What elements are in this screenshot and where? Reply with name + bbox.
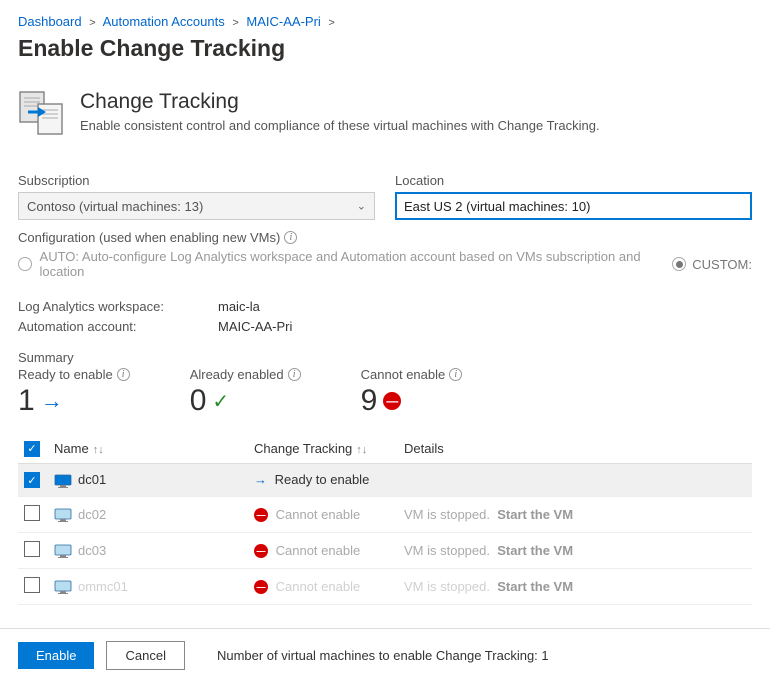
- vm-status: → Ready to enable: [248, 463, 398, 497]
- hero-description: Enable consistent control and compliance…: [80, 118, 600, 133]
- row-checkbox[interactable]: [24, 541, 40, 557]
- auto-radio-label: AUTO: Auto-configure Log Analytics works…: [40, 249, 665, 279]
- automation-account-value: MAIC-AA-Pri: [218, 317, 292, 337]
- vm-status: — Cannot enable: [248, 497, 398, 533]
- vm-details: [398, 463, 752, 497]
- summary-already[interactable]: Already enabled i 0✓: [190, 367, 301, 418]
- table-row[interactable]: dc03 — Cannot enableVM is stopped. Start …: [18, 533, 752, 569]
- forbid-icon: —: [383, 392, 401, 410]
- info-icon[interactable]: i: [288, 368, 301, 381]
- hero-title: Change Tracking: [80, 90, 600, 114]
- sort-icon[interactable]: ↑↓: [356, 444, 367, 456]
- row-checkbox[interactable]: ✓: [24, 472, 40, 488]
- summary-already-value: 0: [190, 384, 207, 418]
- breadcrumb-dashboard[interactable]: Dashboard: [18, 14, 82, 29]
- custom-radio-label: CUSTOM:: [692, 257, 752, 272]
- start-vm-link[interactable]: Start the VM: [497, 507, 573, 522]
- check-icon: ✓: [212, 389, 229, 414]
- forbid-icon: —: [254, 544, 268, 558]
- col-tracking[interactable]: Change Tracking: [254, 441, 352, 456]
- chevron-right-icon: >: [85, 17, 99, 29]
- footer-count-text: Number of virtual machines to enable Cha…: [217, 648, 549, 663]
- footer-bar: Enable Cancel Number of virtual machines…: [0, 628, 770, 682]
- vm-name: dc01: [78, 472, 106, 487]
- configuration-label: Configuration (used when enabling new VM…: [18, 230, 752, 245]
- breadcrumb: Dashboard > Automation Accounts > MAIC-A…: [18, 10, 752, 29]
- change-tracking-icon: [18, 90, 64, 139]
- arrow-right-icon: →: [41, 388, 63, 414]
- location-select[interactable]: East US 2 (virtual machines: 10): [395, 192, 752, 220]
- cancel-button[interactable]: Cancel: [106, 641, 184, 670]
- breadcrumb-automation-accounts[interactable]: Automation Accounts: [103, 14, 225, 29]
- summary-cannot-value: 9: [361, 384, 378, 418]
- summary-ready-label: Ready to enable: [18, 367, 113, 382]
- chevron-right-icon: >: [228, 17, 242, 29]
- vm-name: dc03: [78, 543, 106, 558]
- vm-status: — Cannot enable: [248, 533, 398, 569]
- summary-ready-value: 1: [18, 384, 35, 418]
- arrow-right-icon: →: [254, 472, 267, 487]
- info-icon[interactable]: i: [117, 368, 130, 381]
- sort-icon[interactable]: ↑↓: [93, 444, 104, 456]
- vm-details: VM is stopped. Start the VM: [398, 497, 752, 533]
- log-workspace-label: Log Analytics workspace:: [18, 297, 218, 317]
- summary-already-label: Already enabled: [190, 367, 284, 382]
- subscription-select[interactable]: Contoso (virtual machines: 13) ⌄: [18, 192, 375, 220]
- vm-details: VM is stopped. Start the VM: [398, 569, 752, 605]
- row-checkbox[interactable]: [24, 577, 40, 593]
- summary-cannot-label: Cannot enable: [361, 367, 446, 382]
- page-title: Enable Change Tracking: [18, 35, 752, 62]
- location-value: East US 2 (virtual machines: 10): [404, 199, 590, 214]
- vm-icon: [54, 543, 78, 558]
- subscription-value: Contoso (virtual machines: 13): [27, 199, 203, 214]
- forbid-icon: —: [254, 580, 268, 594]
- vm-name: dc02: [78, 507, 106, 522]
- row-checkbox[interactable]: [24, 505, 40, 521]
- info-icon[interactable]: i: [284, 231, 297, 244]
- select-all-checkbox[interactable]: ✓: [24, 441, 40, 457]
- table-row[interactable]: ommc01 — Cannot enableVM is stopped. Star…: [18, 569, 752, 605]
- summary-ready[interactable]: Ready to enable i 1→: [18, 367, 130, 418]
- start-vm-link[interactable]: Start the VM: [497, 579, 573, 594]
- col-name[interactable]: Name: [54, 441, 89, 456]
- subscription-label: Subscription: [18, 173, 375, 188]
- custom-radio[interactable]: [672, 257, 686, 271]
- log-workspace-value: maic-la: [218, 297, 292, 317]
- vm-status: — Cannot enable: [248, 569, 398, 605]
- chevron-right-icon: >: [324, 17, 338, 29]
- vm-icon: [54, 507, 78, 522]
- vm-name: ommc01: [78, 579, 128, 594]
- automation-account-label: Automation account:: [18, 317, 218, 337]
- vm-table: ✓ Name ↑↓ Change Tracking ↑↓ Details ✓ dc01…: [18, 434, 752, 605]
- start-vm-link[interactable]: Start the VM: [497, 543, 573, 558]
- vm-details: VM is stopped. Start the VM: [398, 533, 752, 569]
- auto-radio[interactable]: [18, 257, 32, 271]
- hero-section: Change Tracking Enable consistent contro…: [18, 90, 752, 139]
- info-icon[interactable]: i: [449, 368, 462, 381]
- summary-cannot[interactable]: Cannot enable i 9 —: [361, 367, 463, 418]
- col-details[interactable]: Details: [404, 441, 444, 456]
- chevron-down-icon: ⌄: [357, 200, 366, 213]
- enable-button[interactable]: Enable: [18, 642, 94, 669]
- vm-icon: [54, 472, 78, 487]
- table-row[interactable]: ✓ dc01 → Ready to enable: [18, 463, 752, 497]
- table-row[interactable]: dc02 — Cannot enableVM is stopped. Start …: [18, 497, 752, 533]
- breadcrumb-maic-aa-pri[interactable]: MAIC-AA-Pri: [246, 14, 320, 29]
- vm-icon: [54, 579, 78, 594]
- summary-label: Summary: [18, 350, 752, 365]
- forbid-icon: —: [254, 508, 268, 522]
- location-label: Location: [395, 173, 752, 188]
